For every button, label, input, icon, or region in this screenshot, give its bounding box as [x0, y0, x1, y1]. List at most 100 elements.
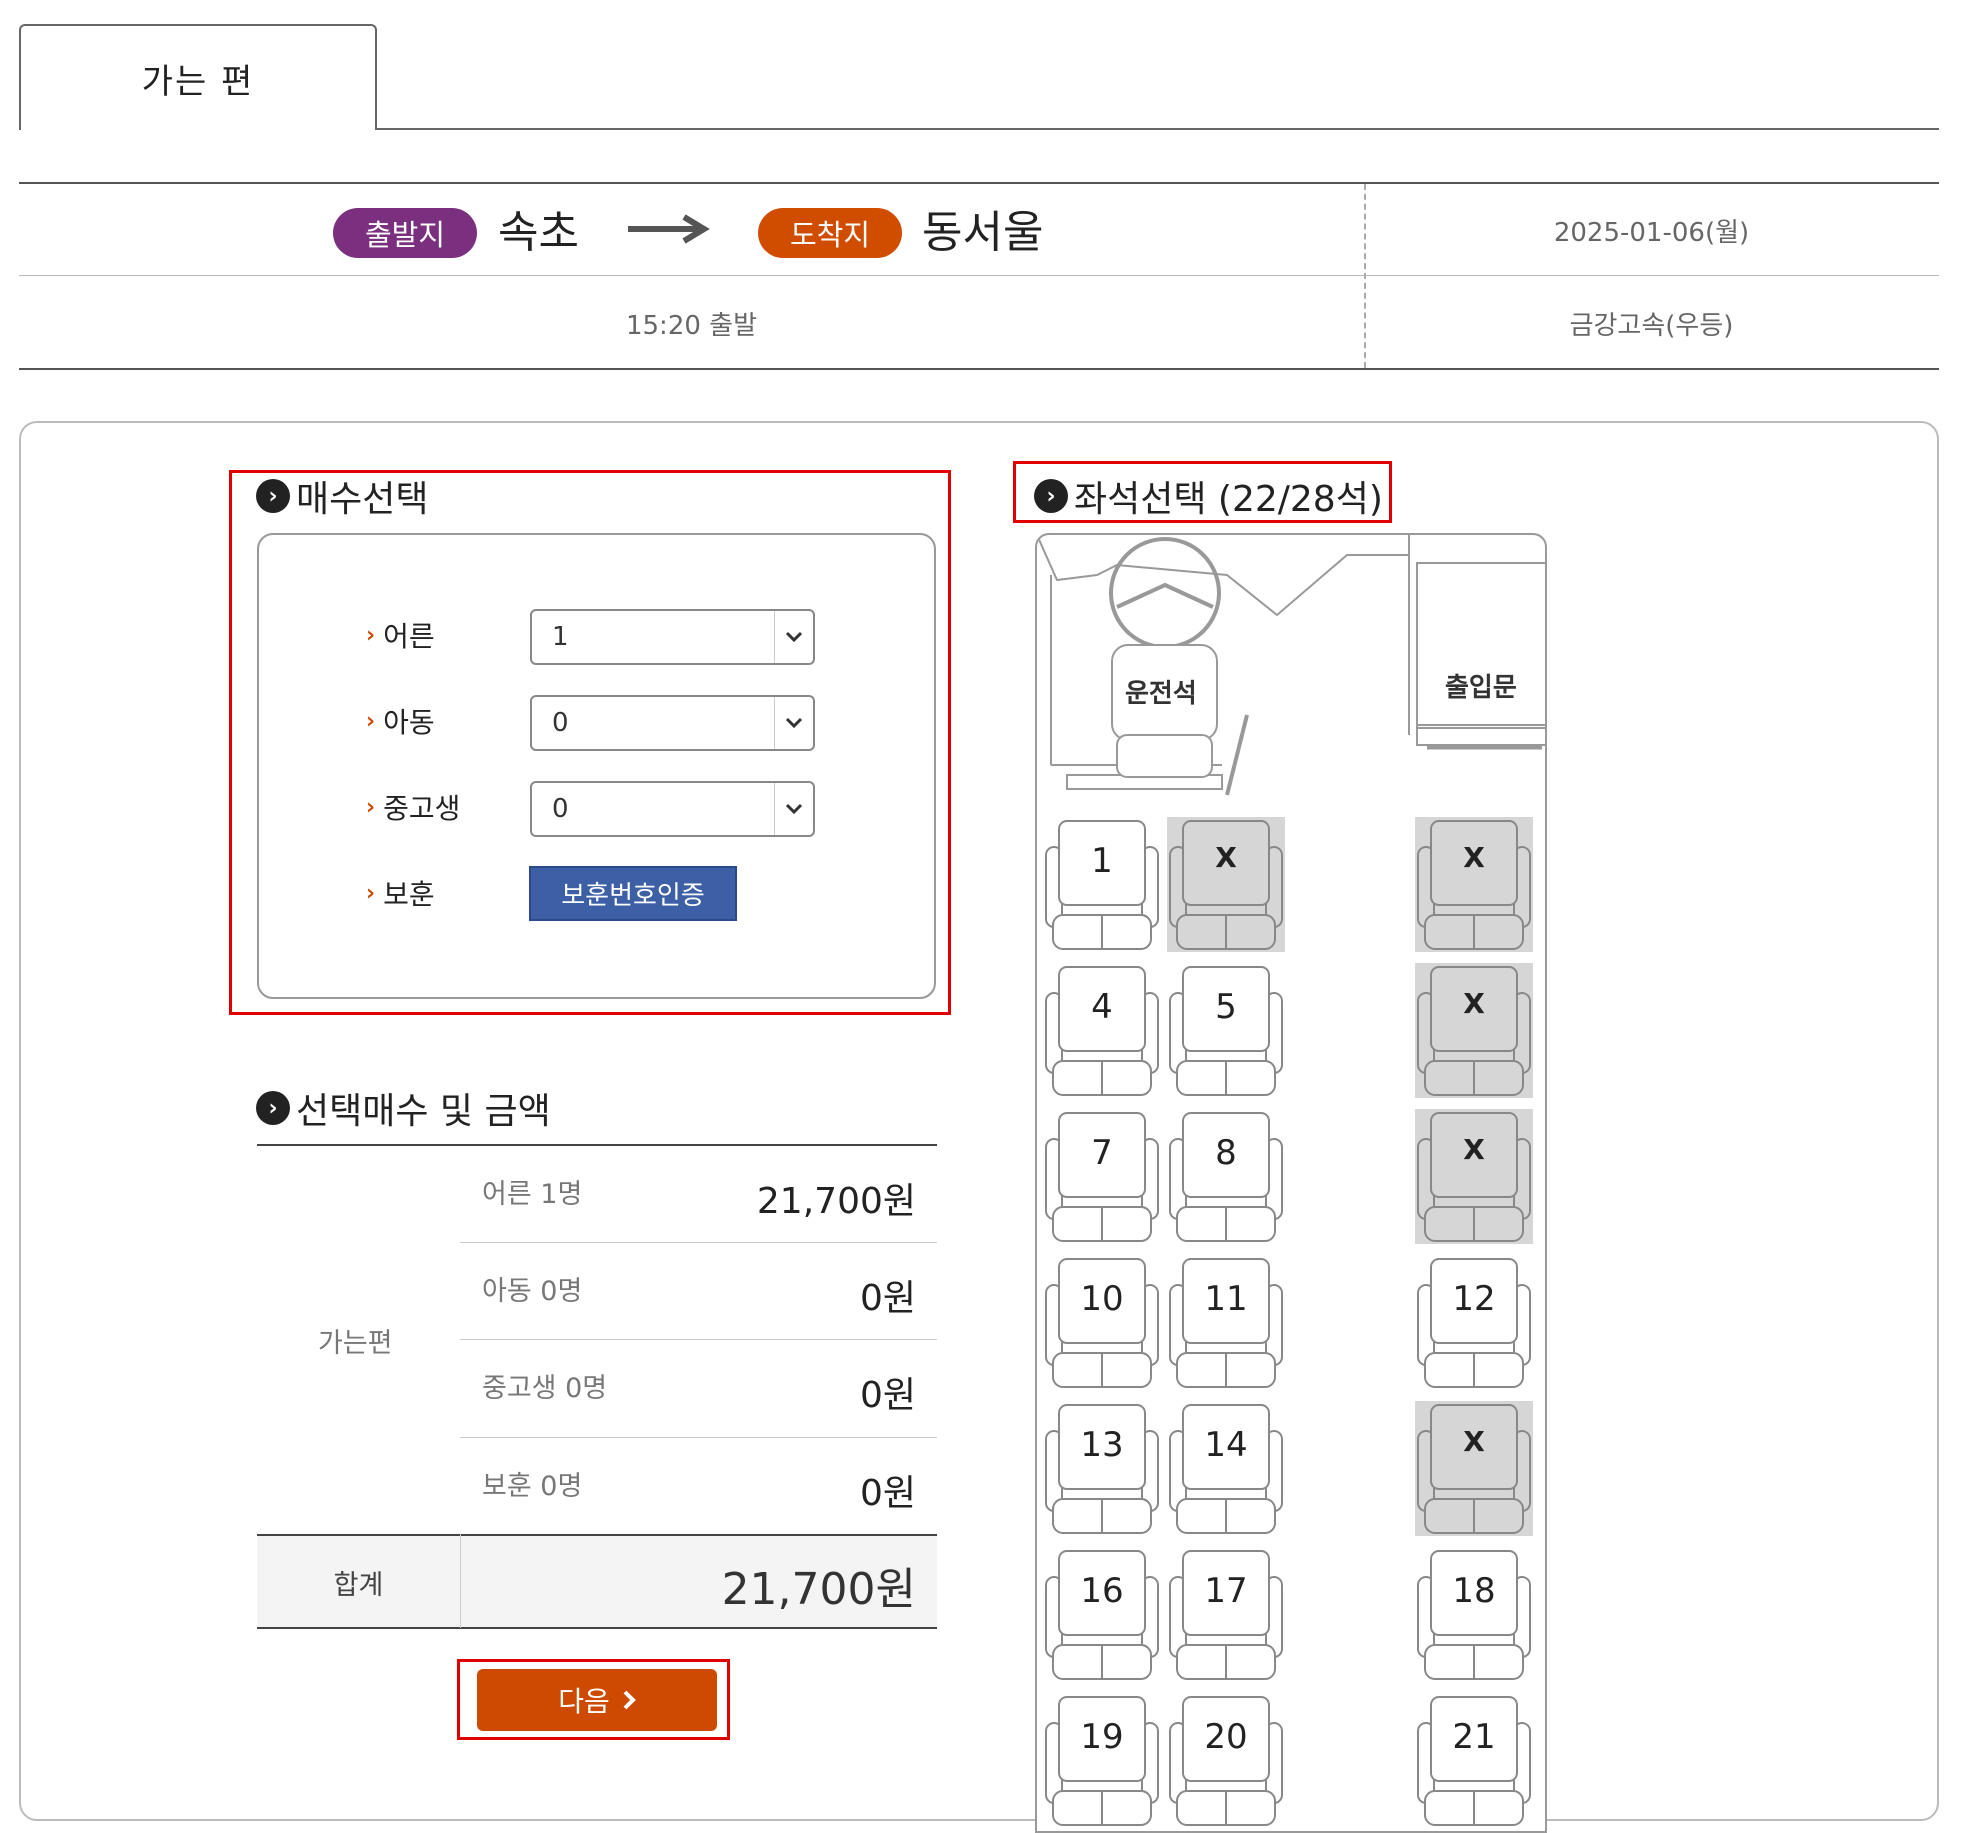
seat-available[interactable]: 12	[1415, 1255, 1533, 1390]
veteran-label: › 보훈	[366, 878, 435, 911]
next-button[interactable]: 다음	[477, 1669, 717, 1731]
summary-title: › 선택매수 및 금액	[256, 1082, 551, 1134]
total-amount: 21,700원	[721, 1564, 916, 1615]
student-label: › 중고생	[366, 792, 461, 825]
seat-available[interactable]: 4	[1043, 963, 1161, 1098]
veteran-summary-label: 보훈 0명	[482, 1471, 583, 1502]
seat-available[interactable]: 21	[1415, 1693, 1533, 1828]
arrow-icon: ›	[366, 622, 376, 648]
seat-number: 5	[1215, 987, 1237, 1027]
adult-summary-amount: 21,700원	[756, 1181, 916, 1222]
chevron-right-circle-icon: ›	[256, 1091, 290, 1125]
seat-available[interactable]: 14	[1167, 1401, 1285, 1536]
seat-available[interactable]: 19	[1043, 1693, 1161, 1828]
seat-icon	[1045, 966, 1159, 1096]
seat-icon	[1415, 1401, 1533, 1536]
seat-icon	[1415, 817, 1533, 952]
seat-taken-mark: X	[1463, 1425, 1485, 1458]
bus-seat-map: 운전석 출입문 1 X X 4 5 X 7 8 X 10 11 12 13 14 X 16 17 18 19 20 21	[1035, 533, 1547, 1833]
arrow-right-icon	[628, 213, 712, 249]
driver-seat-label: 운전석	[1125, 679, 1197, 709]
seat-taken: X	[1415, 1401, 1533, 1536]
seat-number: 11	[1204, 1279, 1248, 1319]
child-label: › 아동	[366, 706, 435, 739]
summary-divider	[460, 1339, 937, 1340]
seat-number: 14	[1204, 1425, 1248, 1465]
total-top-border	[257, 1534, 937, 1536]
seat-available[interactable]: 10	[1043, 1255, 1161, 1390]
seat-taken: X	[1167, 817, 1285, 952]
seat-number: 16	[1080, 1571, 1124, 1611]
summary-divider	[460, 1242, 937, 1243]
seat-available[interactable]: 20	[1167, 1693, 1285, 1828]
arrival-badge: 도착지	[758, 208, 902, 258]
seat-available[interactable]: 16	[1043, 1547, 1161, 1682]
student-count-select[interactable]: 0	[530, 781, 815, 837]
chevron-down-icon	[774, 611, 813, 663]
chevron-down-icon	[774, 783, 813, 835]
student-summary-label: 중고생 0명	[482, 1373, 608, 1404]
seat-available[interactable]: 11	[1167, 1255, 1285, 1390]
route-mid-divider	[19, 275, 1939, 276]
veteran-summary-amount: 0원	[859, 1473, 916, 1514]
seat-icon	[1045, 1112, 1159, 1242]
seat-available[interactable]: 18	[1415, 1547, 1533, 1682]
veteran-verify-button[interactable]: 보훈번호인증	[529, 866, 737, 921]
arrow-icon: ›	[366, 880, 376, 906]
seat-select-title-text: 좌석선택 (22/28석)	[1074, 479, 1383, 520]
seat-taken-mark: X	[1463, 987, 1485, 1020]
seat-icon	[1417, 1550, 1531, 1680]
seat-number: 18	[1452, 1571, 1496, 1611]
seat-icon	[1169, 1112, 1283, 1242]
departure-city: 속초	[498, 207, 579, 258]
seat-select-title: › 좌석선택 (22/28석)	[1034, 470, 1383, 522]
outbound-group-label: 가는편	[318, 1328, 393, 1359]
arrival-city: 동서울	[922, 207, 1044, 258]
seat-taken: X	[1415, 1109, 1533, 1244]
seat-available[interactable]: 13	[1043, 1401, 1161, 1536]
seat-available[interactable]: 1	[1043, 817, 1161, 952]
seat-number: 12	[1452, 1279, 1496, 1319]
seat-icon	[1045, 820, 1159, 950]
student-summary-amount: 0원	[859, 1375, 916, 1416]
seat-taken-mark: X	[1463, 841, 1485, 874]
seat-icon	[1169, 966, 1283, 1096]
seat-available[interactable]: 7	[1043, 1109, 1161, 1244]
child-count-select[interactable]: 0	[530, 695, 815, 751]
seat-taken-mark: X	[1215, 841, 1237, 874]
total-label: 합계	[333, 1570, 384, 1601]
seat-icon	[1169, 1404, 1283, 1534]
adult-label: › 어른	[366, 620, 435, 653]
seat-number: 20	[1204, 1717, 1248, 1757]
arrow-icon: ›	[366, 794, 376, 820]
departure-badge: 출발지	[333, 208, 477, 258]
summary-divider	[460, 1437, 937, 1438]
seat-number: 1	[1091, 841, 1113, 881]
summary-top-border	[257, 1144, 937, 1146]
adult-count-select[interactable]: 1	[530, 609, 815, 665]
seat-taken-mark: X	[1463, 1133, 1485, 1166]
seat-number: 10	[1080, 1279, 1124, 1319]
seat-number: 7	[1091, 1133, 1113, 1173]
seat-number: 8	[1215, 1133, 1237, 1173]
seat-number: 13	[1080, 1425, 1124, 1465]
seat-icon	[1169, 1696, 1283, 1826]
route-bottom-border	[19, 368, 1939, 370]
summary-title-text: 선택매수 및 금액	[296, 1091, 551, 1132]
next-button-label: 다음	[558, 1685, 610, 1718]
seat-available[interactable]: 8	[1167, 1109, 1285, 1244]
total-column-divider	[460, 1534, 461, 1628]
ticket-count-box	[257, 533, 936, 999]
seat-available[interactable]: 17	[1167, 1547, 1285, 1682]
arrow-icon: ›	[366, 708, 376, 734]
tab-outbound[interactable]: 가는 편	[19, 24, 377, 130]
seat-available[interactable]: 5	[1167, 963, 1285, 1098]
travel-date: 2025-01-06(월)	[1553, 218, 1750, 248]
total-bottom-border	[257, 1627, 937, 1629]
seat-icon	[1169, 1550, 1283, 1680]
seat-number: 17	[1204, 1571, 1248, 1611]
bus-company: 금강고속(우등)	[1569, 311, 1734, 341]
seat-icon	[1169, 1258, 1283, 1388]
chevron-right-circle-icon: ›	[1034, 479, 1068, 513]
seat-number: 4	[1091, 987, 1113, 1027]
